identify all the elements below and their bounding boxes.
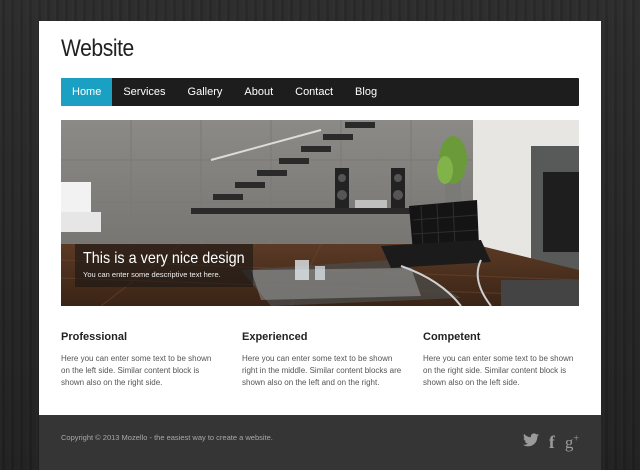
feature-column-experienced: Experienced Here you can enter some text…: [242, 331, 402, 389]
feature-column-professional: Professional Here you can enter some tex…: [61, 331, 221, 389]
nav-contact[interactable]: Contact: [284, 78, 344, 106]
feature-title: Professional: [61, 331, 128, 343]
page-container: Website Home Services Gallery About Cont…: [39, 21, 601, 415]
hero-banner: This is a very nice design You can enter…: [61, 120, 579, 306]
feature-text: Here you can enter some text to be shown…: [242, 354, 402, 387]
facebook-icon[interactable]: f: [549, 432, 555, 453]
nav-home[interactable]: Home: [61, 78, 113, 106]
feature-text: Here you can enter some text to be shown…: [61, 354, 212, 387]
feature-title: Experienced: [242, 331, 308, 343]
social-links: f g+: [522, 432, 579, 453]
copyright-text: Copyright © 2013 Mozello - the easiest w…: [61, 433, 273, 442]
nav-about[interactable]: About: [233, 78, 284, 106]
feature-column-competent: Competent Here you can enter some text t…: [423, 331, 583, 389]
feature-text: Here you can enter some text to be shown…: [423, 354, 574, 387]
nav-services[interactable]: Services: [112, 78, 176, 106]
hero-caption: This is a very nice design You can enter…: [75, 244, 253, 287]
google-plus-icon[interactable]: g+: [565, 433, 579, 453]
nav-gallery[interactable]: Gallery: [177, 78, 234, 106]
hero-caption-title: This is a very nice design: [83, 250, 245, 267]
main-nav: Home Services Gallery About Contact Blog: [61, 78, 579, 106]
twitter-icon[interactable]: [522, 433, 539, 452]
footer: Copyright © 2013 Mozello - the easiest w…: [39, 415, 601, 470]
feature-title: Competent: [423, 331, 481, 343]
site-title[interactable]: Website: [61, 35, 134, 63]
nav-blog[interactable]: Blog: [344, 78, 388, 106]
hero-caption-text: You can enter some descriptive text here…: [83, 270, 221, 279]
